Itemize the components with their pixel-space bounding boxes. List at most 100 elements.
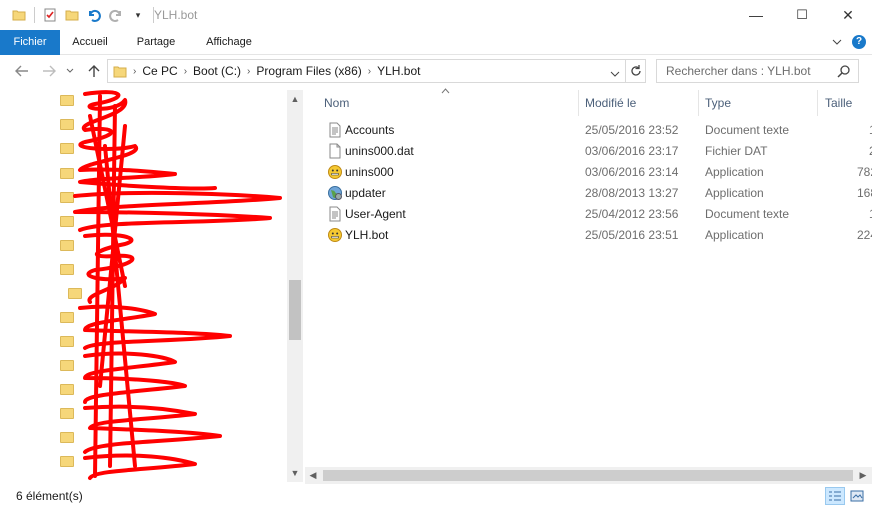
recent-locations-icon[interactable] xyxy=(63,62,77,80)
chevron-right-icon[interactable]: › xyxy=(247,66,250,77)
file-size: 224 xyxy=(857,228,872,242)
breadcrumb-this-pc[interactable]: Ce PC xyxy=(142,64,177,78)
file-row[interactable]: YLH.bot 25/05/2016 23:51 Application 224 xyxy=(305,225,872,246)
text-file-icon xyxy=(327,122,343,138)
title-bar: ▾ YLH.bot — ☐ ✕ xyxy=(0,0,872,30)
file-date: 25/04/2012 23:56 xyxy=(585,207,679,221)
column-header-name[interactable]: Nom xyxy=(324,90,574,116)
address-row: › Ce PC › Boot (C:) › Program Files (x86… xyxy=(0,56,872,86)
large-icons-view-icon xyxy=(850,490,864,502)
help-icon: ? xyxy=(852,35,866,49)
file-type: Document texte xyxy=(705,207,790,221)
expand-ribbon-icon[interactable] xyxy=(832,34,842,50)
separator xyxy=(625,60,626,82)
breadcrumb-program-files[interactable]: Program Files (x86) xyxy=(256,64,361,78)
maximize-button[interactable]: ☐ xyxy=(779,0,825,30)
file-name: User-Agent xyxy=(345,207,406,221)
file-date: 25/05/2016 23:51 xyxy=(585,228,679,242)
file-type: Fichier DAT xyxy=(705,144,768,158)
column-header-type[interactable]: Type xyxy=(705,90,815,116)
redo-icon[interactable] xyxy=(107,6,125,24)
scroll-right-arrow[interactable]: ▶ xyxy=(857,468,869,483)
minimize-button[interactable]: — xyxy=(733,0,779,30)
scroll-thumb[interactable] xyxy=(323,470,853,481)
undo-icon[interactable] xyxy=(85,6,103,24)
file-row[interactable]: Accounts 25/05/2016 23:52 Document texte… xyxy=(305,120,872,141)
file-date: 28/08/2013 13:27 xyxy=(585,186,679,200)
window-title: YLH.bot xyxy=(154,8,198,22)
file-name: Accounts xyxy=(345,123,395,137)
tab-file[interactable]: Fichier xyxy=(0,30,60,55)
breadcrumb-drive[interactable]: Boot (C:) xyxy=(193,64,241,78)
tab-view[interactable]: Affichage xyxy=(196,30,262,55)
item-count: 6 élément(s) xyxy=(16,489,83,503)
chevron-right-icon[interactable]: › xyxy=(184,66,187,77)
address-dropdown-icon[interactable] xyxy=(610,67,620,81)
file-type: Application xyxy=(705,228,764,242)
help-button[interactable]: ? xyxy=(852,34,866,50)
tab-home[interactable]: Accueil xyxy=(60,30,120,55)
status-bar: 6 élément(s) xyxy=(0,484,872,508)
back-button[interactable] xyxy=(12,62,32,80)
file-type: Application xyxy=(705,165,764,179)
smiley-app-icon xyxy=(327,164,343,180)
file-list: Nom Modifié le Type Taille Accounts 25/0… xyxy=(305,86,872,484)
column-separator[interactable] xyxy=(578,90,579,116)
nav-pane-scrollbar[interactable]: ▲ ▼ xyxy=(287,90,303,482)
globe-app-icon xyxy=(327,185,343,201)
file-type: Application xyxy=(705,186,764,200)
file-type: Document texte xyxy=(705,123,790,137)
large-icons-view-button[interactable] xyxy=(847,487,867,505)
file-size: 168 xyxy=(857,186,872,200)
ribbon-tabs: Fichier Accueil Partage Affichage ? xyxy=(0,30,872,55)
file-date: 03/06/2016 23:14 xyxy=(585,165,679,179)
file-name: unins000.dat xyxy=(345,144,414,158)
column-header-size[interactable]: Taille xyxy=(825,90,872,116)
file-name: updater xyxy=(345,186,386,200)
quick-access-toolbar: ▾ xyxy=(10,6,160,24)
column-separator[interactable] xyxy=(817,90,818,116)
folder-icon xyxy=(10,6,28,24)
file-size: 782 xyxy=(857,165,872,179)
folder-icon xyxy=(113,65,127,78)
redaction-scribble xyxy=(73,90,282,480)
file-name: unins000 xyxy=(345,165,394,179)
file-list-hscrollbar[interactable]: ◀ ▶ xyxy=(305,467,872,484)
scroll-left-arrow[interactable]: ◀ xyxy=(307,468,319,483)
address-bar[interactable]: › Ce PC › Boot (C:) › Program Files (x86… xyxy=(107,59,646,83)
close-button[interactable]: ✕ xyxy=(825,0,871,30)
scroll-up-arrow[interactable]: ▲ xyxy=(287,92,303,106)
breadcrumb-current-folder[interactable]: YLH.bot xyxy=(377,64,420,78)
chevron-right-icon[interactable]: › xyxy=(368,66,371,77)
scroll-down-arrow[interactable]: ▼ xyxy=(287,466,303,480)
file-row[interactable]: User-Agent 25/04/2012 23:56 Document tex… xyxy=(305,204,872,225)
up-button[interactable] xyxy=(84,62,104,80)
explorer-window: ▾ YLH.bot — ☐ ✕ Fichier Accueil Partage … xyxy=(0,0,872,508)
properties-icon[interactable] xyxy=(41,6,59,24)
details-view-button[interactable] xyxy=(825,487,845,505)
chevron-right-icon[interactable]: › xyxy=(133,66,136,77)
file-date: 03/06/2016 23:17 xyxy=(585,144,679,158)
smiley-app-icon xyxy=(327,227,343,243)
file-row[interactable]: unins000 03/06/2016 23:14 Application 78… xyxy=(305,162,872,183)
customize-toolbar-icon[interactable]: ▾ xyxy=(129,6,147,24)
column-header-date[interactable]: Modifié le xyxy=(585,90,695,116)
file-name: YLH.bot xyxy=(345,228,389,242)
separator xyxy=(34,7,35,23)
blank-file-icon xyxy=(327,143,343,159)
details-view-icon xyxy=(829,491,841,501)
new-folder-icon[interactable] xyxy=(63,6,81,24)
column-separator[interactable] xyxy=(698,90,699,116)
scroll-thumb[interactable] xyxy=(289,280,301,340)
file-row[interactable]: updater 28/08/2013 13:27 Application 168 xyxy=(305,183,872,204)
text-file-icon xyxy=(327,206,343,222)
navigation-pane: ▲ ▼ xyxy=(0,86,304,484)
file-row[interactable]: unins000.dat 03/06/2016 23:17 Fichier DA… xyxy=(305,141,872,162)
search-input[interactable]: Rechercher dans : YLH.bot xyxy=(656,59,859,83)
search-placeholder: Rechercher dans : YLH.bot xyxy=(666,64,811,78)
forward-button[interactable] xyxy=(39,62,59,80)
file-date: 25/05/2016 23:52 xyxy=(585,123,679,137)
refresh-icon[interactable] xyxy=(629,64,643,81)
tab-share[interactable]: Partage xyxy=(126,30,186,55)
search-icon[interactable] xyxy=(837,64,851,81)
